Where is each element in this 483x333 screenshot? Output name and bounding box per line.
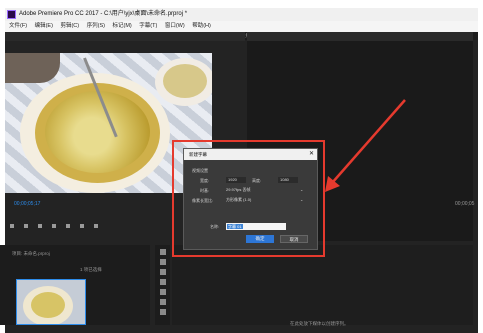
video-settings-heading: 视频设置 (192, 168, 208, 173)
menu-sequence[interactable]: 序列(S) (87, 23, 105, 29)
menu-clip[interactable]: 剪辑(C) (60, 23, 79, 29)
timeline-drop-hint: 在此处放下媒体以创建序列。 (290, 321, 349, 326)
project-label: 项目: 未命名.prproj (12, 251, 50, 256)
ok-button[interactable]: 确定 (246, 235, 274, 243)
timebase-label: 时基: (200, 188, 210, 193)
timebase-select[interactable]: 29.97fps 丢帧 (226, 187, 250, 193)
dialog-title-bar: 新建字幕 ✕ (184, 149, 317, 160)
track-select-tool-icon[interactable] (159, 259, 166, 265)
pixel-aspect-select[interactable]: 方形像素 (1.0) (226, 197, 251, 203)
width-label: 宽度: (200, 178, 210, 183)
step-back-icon[interactable] (38, 224, 42, 228)
cancel-button[interactable]: 取消 (280, 235, 308, 243)
tools-panel (155, 245, 170, 325)
clip-thumbnail[interactable] (16, 279, 86, 325)
height-field[interactable]: 1080 (278, 177, 298, 183)
pixel-aspect-dropdown-chevron-icon[interactable]: ⌄ (300, 197, 303, 202)
name-input[interactable]: 字幕 01 (226, 223, 286, 230)
ripple-edit-tool-icon[interactable] (159, 269, 166, 275)
dialog-title: 新建字幕 (189, 152, 207, 157)
program-timecode: 00;00;05 (455, 201, 475, 207)
timeline-panel[interactable]: 在此处放下媒体以创建序列。 (172, 245, 473, 326)
play-icon[interactable] (52, 224, 56, 228)
hand-tool-icon[interactable] (159, 309, 166, 315)
premiere-logo-icon (7, 10, 16, 19)
name-label: 名称: (210, 224, 220, 229)
name-input-value: 字幕 01 (227, 224, 243, 229)
menu-marker[interactable]: 标记(M) (112, 23, 131, 29)
selection-count: 1 项已选择 (80, 267, 102, 272)
slip-tool-icon[interactable] (159, 289, 166, 295)
mark-out-icon[interactable] (24, 224, 28, 228)
window-title: Adobe Premiere Pro CC 2017 - C:\用户\yjx\桌… (19, 11, 188, 17)
razor-tool-icon[interactable] (159, 279, 166, 285)
menu-file[interactable]: 文件(F) (9, 23, 27, 29)
menu-edit[interactable]: 编辑(E) (35, 23, 53, 29)
insert-icon[interactable] (80, 224, 84, 228)
overwrite-icon[interactable] (94, 224, 98, 228)
pixel-aspect-label: 像素长宽比: (192, 198, 214, 203)
selection-tool-icon[interactable] (159, 249, 166, 255)
timebase-dropdown-chevron-icon[interactable]: ⌄ (300, 187, 303, 192)
step-forward-icon[interactable] (66, 224, 70, 228)
menu-window[interactable]: 窗口(W) (165, 23, 185, 29)
width-field[interactable]: 1920 (226, 177, 246, 183)
new-title-dialog: 新建字幕 ✕ 视频设置 宽度: 1920 高度: 1080 时基: 29.97f… (183, 148, 318, 250)
program-monitor-tabs[interactable] (247, 32, 473, 41)
title-bar: Adobe Premiere Pro CC 2017 - C:\用户\yjx\桌… (5, 8, 478, 21)
pen-tool-icon[interactable] (159, 299, 166, 305)
source-timecode: 00;00;05;17 (14, 201, 41, 207)
mark-in-icon[interactable] (10, 224, 14, 228)
close-icon[interactable]: ✕ (309, 149, 314, 160)
source-video-frame (5, 53, 212, 193)
menu-help[interactable]: 帮助(H) (192, 23, 211, 29)
height-label: 高度: (252, 178, 262, 183)
menu-title[interactable]: 字幕(T) (139, 23, 157, 29)
source-monitor-tabs[interactable] (5, 32, 245, 41)
